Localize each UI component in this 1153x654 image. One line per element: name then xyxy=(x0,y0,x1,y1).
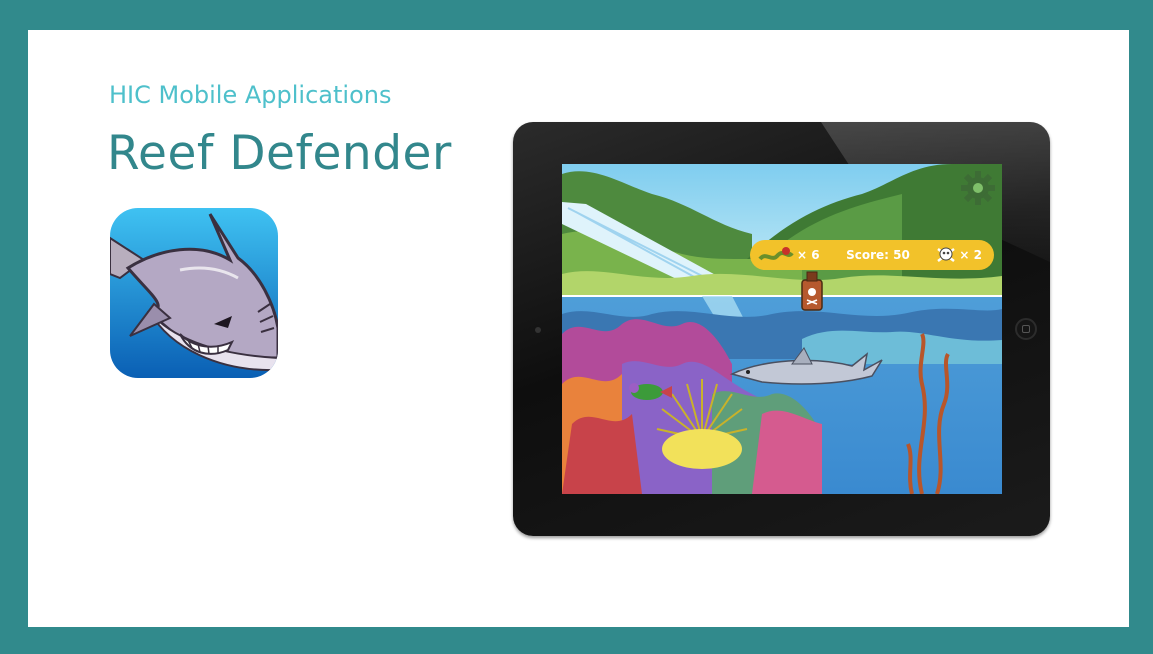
tablet-home-button[interactable] xyxy=(1015,318,1037,340)
tablet-device: × 6 Score: 50 × 2 xyxy=(513,122,1050,536)
tablet-camera xyxy=(535,327,541,333)
seaweed-icon xyxy=(758,247,794,261)
game-scene xyxy=(562,164,1002,494)
seaweed-counter: × 6 xyxy=(758,245,820,265)
skull-counter: × 2 xyxy=(936,245,982,265)
gear-icon[interactable] xyxy=(960,170,996,206)
seaweed-count: × 6 xyxy=(797,248,820,262)
slide-title: Reef Defender xyxy=(107,126,452,181)
slide-subtitle: HIC Mobile Applications xyxy=(109,81,392,109)
slide-card: HIC Mobile Applications Reef Defender × … xyxy=(28,30,1129,627)
game-hud: × 6 Score: 50 × 2 xyxy=(750,240,994,270)
skull-crossbones-icon xyxy=(937,247,956,262)
game-screen[interactable]: × 6 Score: 50 × 2 xyxy=(562,164,1002,494)
shark-app-icon xyxy=(110,208,278,378)
score-label: Score: 50 xyxy=(846,248,910,262)
skull-count: × 2 xyxy=(959,248,982,262)
